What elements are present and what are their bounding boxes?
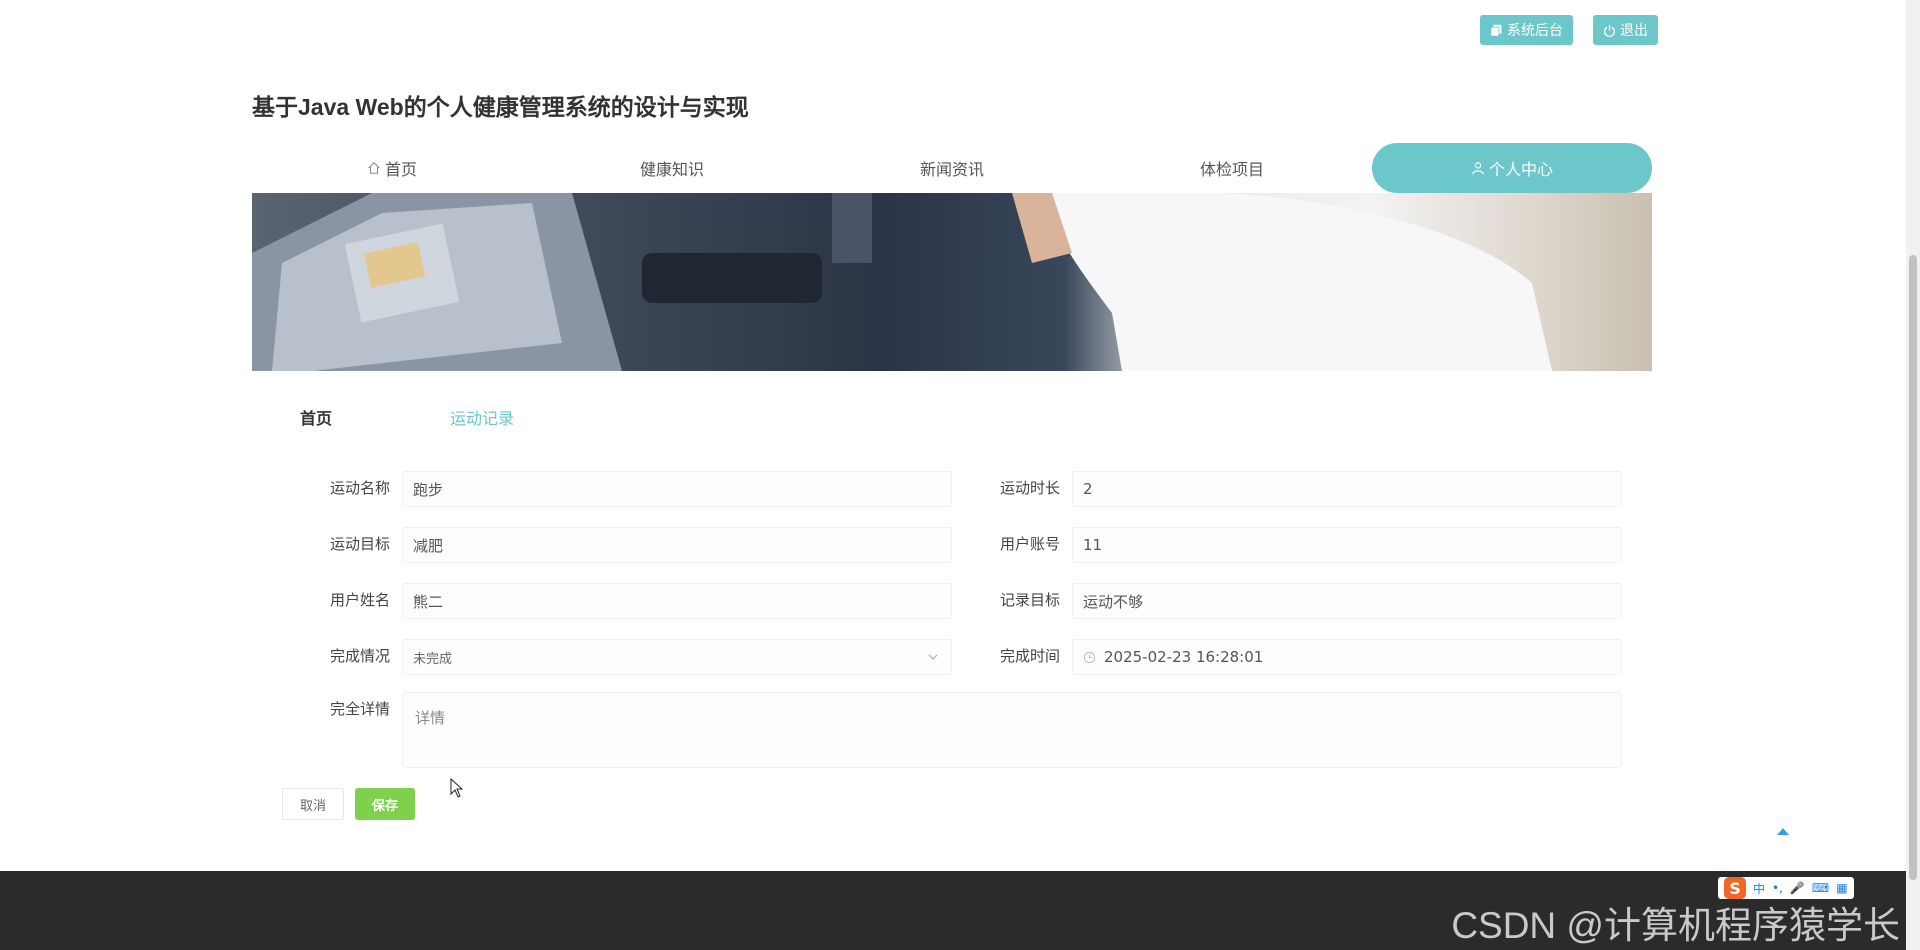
chevron-down-icon: [928, 654, 938, 660]
user-icon: [1472, 162, 1484, 175]
nav-item-label: 体检项目: [1199, 160, 1264, 179]
goal-label: 运动目标: [329, 535, 390, 553]
microphone-icon: 🎤: [1789, 881, 1805, 895]
breadcrumb: 首页 运动记录: [300, 405, 514, 429]
exercise-name-value: 跑步: [413, 480, 444, 499]
account-value: 11: [1083, 536, 1103, 554]
nav-item-home[interactable]: 首页: [252, 143, 532, 193]
keyboard-icon: ⌨: [1811, 881, 1830, 895]
scrollbar-thumb[interactable]: [1909, 255, 1917, 880]
admin-button-label: 系统后台: [1507, 23, 1563, 39]
nav-item-label: 首页: [384, 160, 417, 179]
finish-time-value: 2025-02-23 16:28:01: [1104, 648, 1264, 666]
goal-value: 减肥: [413, 536, 444, 555]
back-to-top-icon[interactable]: [1776, 826, 1790, 836]
breadcrumb-current: 运动记录: [450, 409, 515, 428]
page-scrollbar[interactable]: [1906, 0, 1920, 950]
status-label: 完成情况: [329, 647, 390, 665]
nav-item-checkup[interactable]: 体检项目: [1092, 143, 1372, 193]
details-label: 完全详情: [329, 700, 390, 718]
top-actions: 系统后台 退出: [1480, 15, 1658, 45]
exercise-name-input[interactable]: 跑步: [402, 471, 952, 507]
nav-item-label: 新闻资讯: [919, 160, 984, 179]
home-icon: [368, 162, 380, 174]
ime-mode-label: 中: [1753, 881, 1766, 896]
status-select[interactable]: 未完成: [402, 639, 952, 675]
banner-image: [252, 193, 1652, 371]
record-goal-input[interactable]: 运动不够: [1072, 583, 1622, 619]
finish-time-picker[interactable]: 2025-02-23 16:28:01: [1072, 639, 1622, 675]
breadcrumb-home[interactable]: 首页: [300, 405, 332, 429]
details-textarea[interactable]: 详情: [402, 692, 1622, 768]
save-button[interactable]: 保存: [355, 788, 415, 820]
cancel-button[interactable]: 取消: [282, 788, 344, 820]
duration-input[interactable]: 2: [1072, 471, 1622, 507]
status-value: 未完成: [413, 651, 453, 667]
logout-button-label: 退出: [1620, 23, 1648, 39]
nav-item-label: 健康知识: [639, 160, 704, 179]
details-placeholder: 详情: [415, 709, 446, 727]
user-name-input[interactable]: 熊二: [402, 583, 952, 619]
record-goal-label: 记录目标: [999, 591, 1060, 609]
exercise-name-label: 运动名称: [329, 479, 390, 497]
user-name-value: 熊二: [413, 592, 444, 611]
goal-input[interactable]: 减肥: [402, 527, 952, 563]
csdn-watermark: CSDN @计算机程序猿学长: [1451, 905, 1900, 946]
apps-grid-icon: ▦: [1836, 881, 1848, 895]
nav-item-health-knowledge[interactable]: 健康知识: [532, 143, 812, 193]
logout-button[interactable]: 退出: [1593, 15, 1658, 45]
nav-item-label: 个人中心: [1488, 160, 1553, 179]
main-nav: 首页 健康知识 新闻资讯 体检项目 个人中心: [252, 143, 1652, 193]
duration-label: 运动时长: [999, 479, 1060, 497]
admin-button[interactable]: 系统后台: [1480, 15, 1573, 45]
nav-item-personal-center[interactable]: 个人中心: [1372, 143, 1652, 193]
mouse-cursor-icon: [450, 778, 464, 798]
account-input[interactable]: 11: [1072, 527, 1622, 563]
finish-time-label: 完成时间: [999, 647, 1060, 665]
copy-icon: [1490, 24, 1502, 37]
duration-value: 2: [1083, 480, 1093, 498]
punctuation-icon: •,: [1772, 881, 1783, 895]
power-icon: [1603, 24, 1616, 37]
banner-illustration: [252, 193, 1552, 371]
user-name-label: 用户姓名: [329, 591, 390, 609]
account-label: 用户账号: [999, 535, 1060, 553]
site-title: 基于Java Web的个人健康管理系统的设计与实现: [252, 94, 749, 120]
nav-item-news[interactable]: 新闻资讯: [812, 143, 1092, 193]
clock-icon: [1083, 651, 1096, 663]
record-goal-value: 运动不够: [1083, 592, 1144, 611]
